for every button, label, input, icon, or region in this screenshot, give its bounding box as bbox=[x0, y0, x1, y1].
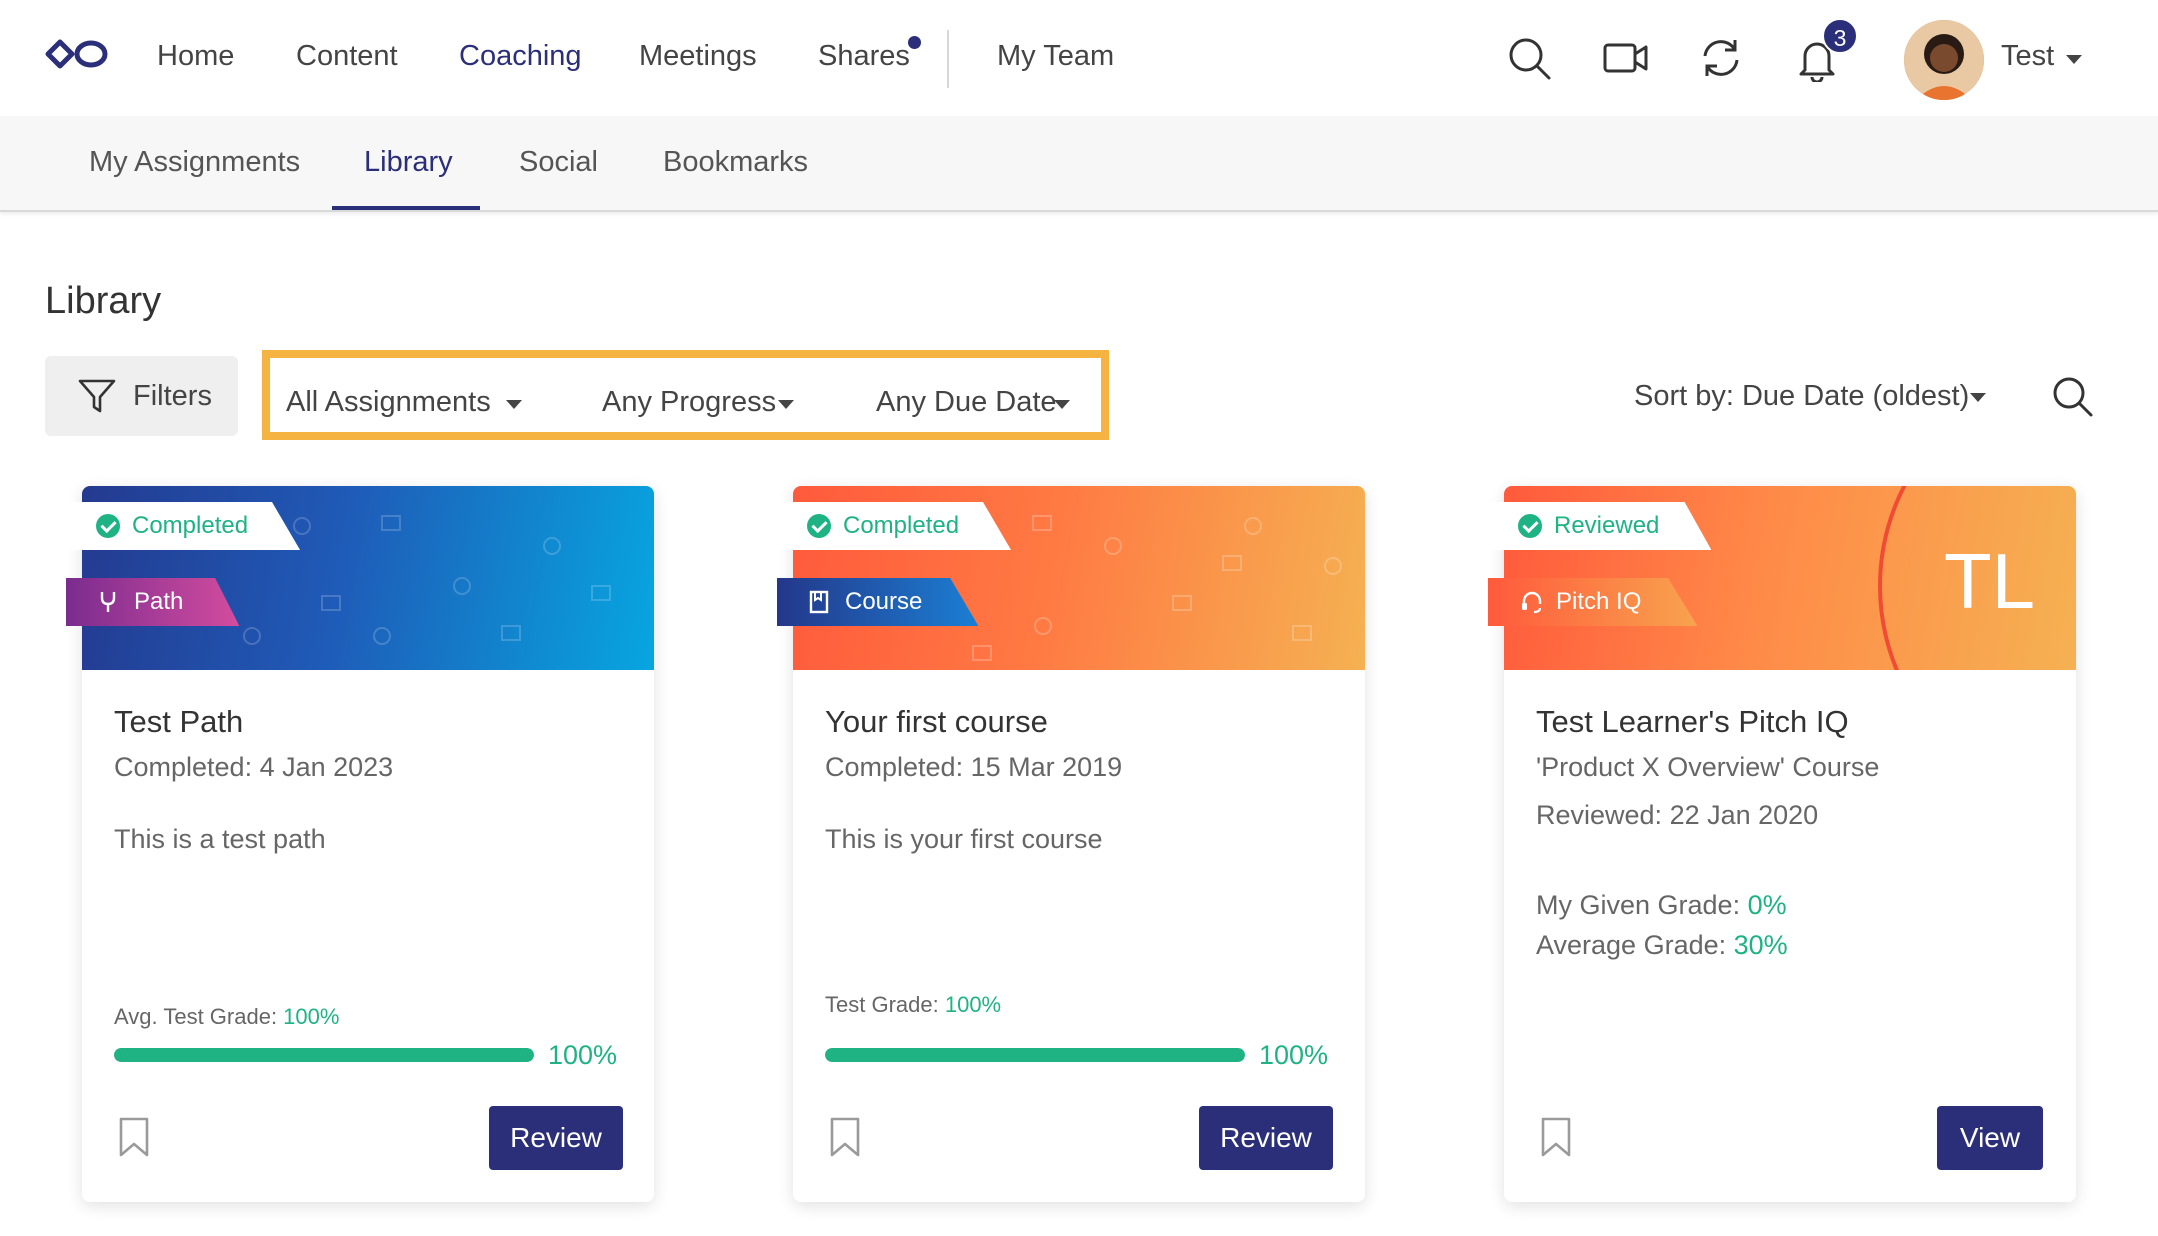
logo-icon[interactable] bbox=[44, 36, 110, 72]
active-tab-indicator bbox=[332, 206, 480, 210]
card-description: This is your first course bbox=[825, 824, 1103, 854]
given-grade-value: 0% bbox=[1747, 890, 1787, 920]
filter-dropdowns-highlight: All Assignments Any Progress Any Due Dat… bbox=[262, 350, 1109, 440]
card-your-first-course[interactable]: Completed Course Your first course Compl… bbox=[777, 486, 1365, 1202]
average-grade-label: Average Grade: bbox=[1536, 930, 1734, 960]
progress-bar bbox=[114, 1048, 534, 1062]
assignments-dropdown[interactable]: All Assignments bbox=[286, 386, 491, 419]
card-course-name: 'Product X Overview' Course bbox=[1536, 752, 1880, 782]
book-icon bbox=[809, 590, 829, 614]
filter-icon bbox=[78, 379, 116, 413]
tab-bookmarks[interactable]: Bookmarks bbox=[663, 146, 808, 179]
card-given-grade: My Given Grade: 0% bbox=[1536, 890, 1787, 921]
sort-caret-icon[interactable] bbox=[1970, 393, 1986, 402]
progress-fill bbox=[114, 1048, 534, 1062]
status-label: Completed bbox=[843, 512, 960, 539]
status-label: Completed bbox=[132, 512, 249, 539]
status-tag: Completed bbox=[777, 502, 1012, 550]
nav-shares[interactable]: Shares bbox=[818, 40, 910, 73]
assignments-caret-icon[interactable] bbox=[506, 400, 522, 409]
filters-button[interactable]: Filters bbox=[45, 356, 238, 436]
top-nav: Home Content Coaching Meetings Shares My… bbox=[0, 0, 2158, 116]
nav-my-team[interactable]: My Team bbox=[997, 40, 1114, 73]
card-pitch-iq[interactable]: TL Reviewed Pitch IQ Test Learner's Pitc… bbox=[1488, 486, 2076, 1202]
card-grade: Test Grade: 100% bbox=[825, 992, 1001, 1018]
grade-label: Avg. Test Grade: bbox=[114, 1004, 284, 1029]
nav-coaching[interactable]: Coaching bbox=[459, 40, 582, 73]
user-menu-caret-icon[interactable] bbox=[2066, 55, 2082, 64]
progress-dropdown[interactable]: Any Progress bbox=[602, 386, 776, 419]
card-title[interactable]: Test Learner's Pitch IQ bbox=[1536, 704, 1849, 740]
check-circle-icon bbox=[96, 514, 120, 538]
path-icon bbox=[100, 592, 116, 612]
card-average-grade: Average Grade: 30% bbox=[1536, 930, 1788, 961]
card-title[interactable]: Test Path bbox=[114, 704, 243, 740]
type-tag: Course bbox=[777, 578, 979, 626]
progress-percent: 100% bbox=[548, 1040, 618, 1070]
due-date-caret-icon[interactable] bbox=[1054, 400, 1070, 409]
card-completed-date: Completed: 4 Jan 2023 bbox=[114, 752, 394, 782]
given-grade-label: My Given Grade: bbox=[1536, 890, 1748, 920]
progress-bar bbox=[825, 1048, 1245, 1062]
progress-percent: 100% bbox=[1259, 1040, 1329, 1070]
tab-my-assignments[interactable]: My Assignments bbox=[89, 146, 300, 179]
view-button[interactable]: View bbox=[1937, 1106, 2043, 1170]
bookmark-icon[interactable] bbox=[1540, 1116, 1572, 1158]
check-circle-icon bbox=[807, 514, 831, 538]
progress-fill bbox=[825, 1048, 1245, 1062]
sub-nav: My Assignments Library Social Bookmarks bbox=[0, 116, 2158, 212]
initials-text: TL bbox=[1944, 537, 2036, 625]
nav-content[interactable]: Content bbox=[296, 40, 398, 73]
review-button[interactable]: Review bbox=[489, 1106, 623, 1170]
card-description: This is a test path bbox=[114, 824, 326, 854]
card-grade: Avg. Test Grade: 100% bbox=[114, 1004, 339, 1030]
card-completed-date: Completed: 15 Mar 2019 bbox=[825, 752, 1123, 782]
type-label: Path bbox=[134, 588, 184, 615]
status-label: Reviewed bbox=[1554, 512, 1660, 539]
grade-value: 100% bbox=[283, 1004, 340, 1029]
nav-home[interactable]: Home bbox=[157, 40, 234, 73]
headset-icon bbox=[1522, 591, 1542, 614]
bookmark-icon[interactable] bbox=[829, 1116, 861, 1158]
type-tag: Path bbox=[66, 578, 240, 626]
tab-library[interactable]: Library bbox=[364, 146, 453, 179]
avatar[interactable] bbox=[1904, 20, 1984, 100]
nav-meetings[interactable]: Meetings bbox=[639, 40, 757, 73]
page-title: Library bbox=[45, 280, 162, 322]
card-title[interactable]: Your first course bbox=[825, 704, 1048, 740]
grade-value: 100% bbox=[944, 992, 1002, 1017]
type-label: Pitch IQ bbox=[1556, 588, 1642, 615]
average-grade-value: 30% bbox=[1733, 930, 1788, 960]
nav-divider bbox=[947, 30, 949, 88]
notification-badge: 3 bbox=[1822, 18, 1858, 54]
progress-caret-icon[interactable] bbox=[778, 400, 794, 409]
status-tag: Completed bbox=[66, 502, 301, 550]
bookmark-icon[interactable] bbox=[118, 1116, 150, 1158]
library-search-icon[interactable] bbox=[2050, 374, 2094, 418]
card-reviewed-date: Reviewed: 22 Jan 2020 bbox=[1536, 800, 1819, 830]
avatar-image bbox=[1904, 20, 1984, 100]
type-label: Course bbox=[845, 588, 923, 615]
type-tag: Pitch IQ bbox=[1488, 578, 1698, 626]
sync-icon[interactable] bbox=[1697, 34, 1745, 82]
grade-label: Test Grade: bbox=[825, 992, 945, 1017]
user-name[interactable]: Test bbox=[2001, 40, 2054, 73]
status-tag: Reviewed bbox=[1488, 502, 1712, 550]
video-icon[interactable] bbox=[1602, 34, 1650, 82]
card-test-path[interactable]: Completed Path Test Path Completed: 4 Ja… bbox=[66, 486, 654, 1202]
check-circle-icon bbox=[1518, 514, 1542, 538]
sort-dropdown[interactable]: Sort by: Due Date (oldest) bbox=[1634, 380, 1969, 413]
review-button[interactable]: Review bbox=[1199, 1106, 1333, 1170]
due-date-dropdown[interactable]: Any Due Date bbox=[876, 386, 1057, 419]
shares-unread-dot bbox=[908, 36, 921, 49]
search-icon[interactable] bbox=[1505, 34, 1553, 82]
tab-social[interactable]: Social bbox=[519, 146, 598, 179]
filters-label: Filters bbox=[133, 380, 212, 412]
